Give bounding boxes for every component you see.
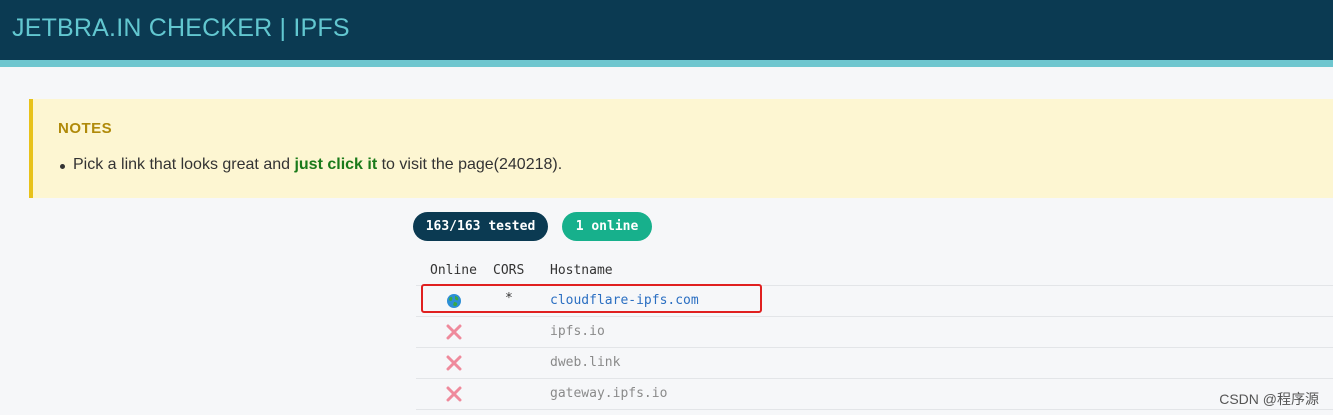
- column-header-online: Online: [430, 263, 477, 278]
- table-row: ipfs.io: [416, 317, 1333, 348]
- tested-count-badge: 163/163 tested: [413, 212, 548, 241]
- cross-icon: [446, 386, 462, 402]
- page-title[interactable]: JETBRA.IN CHECKER | IPFS: [12, 14, 350, 43]
- app-header: JETBRA.IN CHECKER | IPFS: [0, 0, 1333, 60]
- hostname-text: dweb.link: [550, 355, 621, 370]
- watermark: CSDN @程序源: [1219, 391, 1319, 407]
- notes-title: NOTES: [58, 120, 113, 137]
- column-header-cors: CORS: [493, 263, 525, 278]
- table-row: gateway.ipfs.io: [416, 379, 1333, 410]
- notes-panel: NOTES Pick a link that looks great and j…: [29, 99, 1333, 198]
- online-count-badge: 1 online: [562, 212, 652, 241]
- cross-icon: [446, 355, 462, 371]
- hostname-text: gateway.ipfs.io: [550, 386, 668, 401]
- hostname-text: ipfs.io: [550, 324, 605, 339]
- column-header-hostname: Hostname: [550, 263, 613, 278]
- annotation-highlight-box: [421, 284, 762, 313]
- gateway-table: Online CORS Hostname * cloudflare-ipfs.c…: [416, 256, 1333, 410]
- notes-text-before: Pick a link that looks great and: [73, 156, 295, 173]
- cross-icon: [446, 324, 462, 340]
- notes-list: Pick a link that looks great and just cl…: [59, 156, 563, 174]
- notes-item: Pick a link that looks great and just cl…: [59, 156, 563, 174]
- notes-text-after: to visit the page(240218).: [377, 156, 563, 173]
- header-divider: [0, 60, 1333, 67]
- notes-highlight: just click it: [294, 156, 378, 173]
- table-header: Online CORS Hostname: [416, 256, 1333, 286]
- table-row: dweb.link: [416, 348, 1333, 379]
